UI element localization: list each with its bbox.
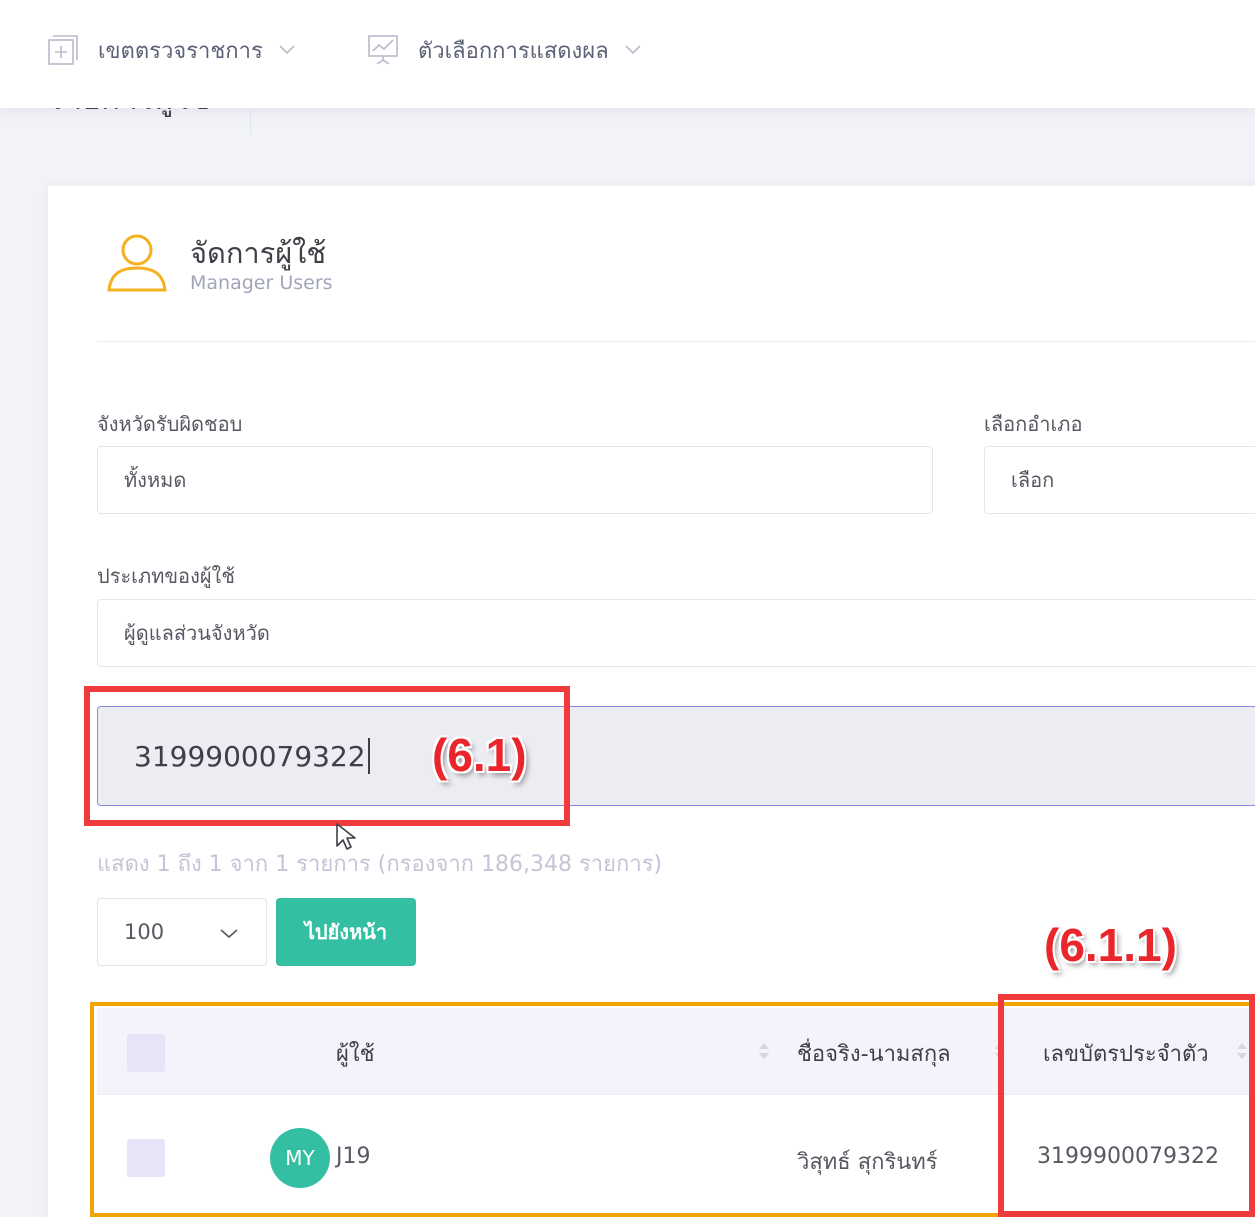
divider: [97, 341, 1255, 342]
district-select[interactable]: เลือก: [984, 446, 1255, 514]
go-to-page-button[interactable]: ไปยังหน้า: [276, 898, 416, 966]
annotation-label-id-column: (6.1.1): [1044, 919, 1177, 971]
nav-inspection-zone-label: เขตตรวจราชการ: [98, 38, 263, 64]
card-subtitle: Manager Users: [190, 272, 333, 294]
nav-inspection-zone[interactable]: เขตตรวจราชการ: [46, 30, 297, 70]
district-select-value: เลือก: [1011, 468, 1055, 492]
user-type-label: ประเภทของผู้ใช้: [97, 564, 235, 588]
user-outline-icon: [106, 230, 168, 296]
user-type-select-value: ผู้ดูแลส่วนจังหวัด: [124, 621, 270, 645]
province-select[interactable]: ทั้งหมด: [97, 446, 933, 514]
page-size-value: 100: [124, 920, 165, 944]
table-info: แสดง 1 ถึง 1 จาก 1 รายการ (กรองจาก 186,3…: [97, 852, 663, 877]
card-title: จัดการผู้ใช้: [190, 236, 327, 270]
annotation-label-search: (6.1): [432, 729, 527, 781]
nav-display-options[interactable]: ตัวเลือกการแสดงผล: [366, 30, 643, 70]
nav-display-options-label: ตัวเลือกการแสดงผล: [418, 38, 609, 64]
province-select-value: ทั้งหมด: [124, 468, 187, 492]
chevron-down-icon: [625, 41, 643, 59]
user-type-select[interactable]: ผู้ดูแลส่วนจังหวัด: [97, 599, 1255, 667]
mouse-cursor-icon: [335, 822, 359, 856]
top-navigation-bar: เขตตรวจราชการ ตัวเลือกการแสดงผล: [0, 0, 1255, 108]
chevron-down-icon: [279, 41, 297, 59]
plus-square-icon: [46, 33, 80, 67]
chevron-down-icon: [220, 920, 238, 944]
id-column-highlight-box: [998, 994, 1255, 1217]
province-label: จังหวัดรับผิดชอบ: [97, 412, 243, 436]
page-size-select[interactable]: 100: [97, 898, 267, 966]
presentation-chart-icon: [366, 33, 400, 67]
district-label: เลือกอำเภอ: [984, 412, 1083, 436]
subheader-divider: [250, 110, 251, 134]
